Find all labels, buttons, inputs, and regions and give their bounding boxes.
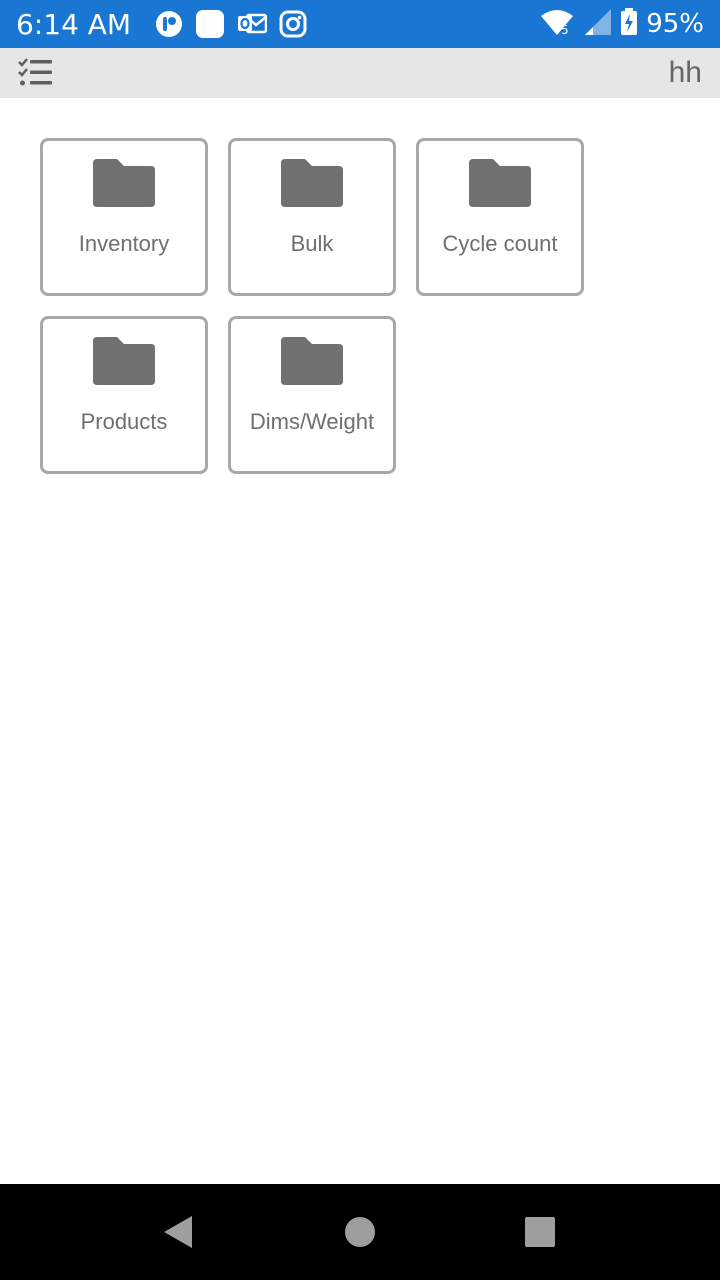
back-button[interactable] xyxy=(138,1184,218,1280)
battery-percent: 95% xyxy=(646,9,704,39)
tile-label: Products xyxy=(80,409,168,434)
navigation-bar xyxy=(0,1184,720,1280)
tile-inventory[interactable]: Inventory xyxy=(40,138,208,296)
cell-signal-icon xyxy=(582,8,612,41)
tile-label: Inventory xyxy=(78,231,170,256)
blank-app-icon xyxy=(195,9,225,39)
tile-products[interactable]: Products xyxy=(40,316,208,474)
tile-label: Dims/Weight xyxy=(249,409,375,434)
tile-label: Bulk xyxy=(290,231,334,256)
outlook-icon xyxy=(237,11,268,37)
notification-icons xyxy=(155,9,307,39)
wifi-icon: 5 xyxy=(540,8,574,41)
folder-icon xyxy=(469,159,531,207)
user-label: hh xyxy=(668,56,702,89)
recents-icon xyxy=(525,1217,555,1247)
network-badge: 5 xyxy=(561,23,569,36)
status-bar: 6:14 AM 5 95% xyxy=(0,0,720,48)
system-status-icons: 5 95% xyxy=(540,7,704,41)
battery-charging-icon xyxy=(620,7,638,41)
tile-dims-weight[interactable]: Dims/Weight xyxy=(228,316,396,474)
folder-icon xyxy=(281,337,343,385)
checklist-icon[interactable] xyxy=(18,58,54,88)
tile-bulk[interactable]: Bulk xyxy=(228,138,396,296)
home-button[interactable] xyxy=(320,1184,400,1280)
menu-tiles: Inventory Bulk Cycle count Products Dims… xyxy=(40,138,600,474)
home-icon xyxy=(345,1217,375,1247)
tile-label: Cycle count xyxy=(442,231,558,256)
back-icon xyxy=(164,1216,192,1248)
folder-icon xyxy=(93,337,155,385)
folder-icon xyxy=(93,159,155,207)
tile-cycle-count[interactable]: Cycle count xyxy=(416,138,584,296)
folder-icon xyxy=(281,159,343,207)
app-notification-icon xyxy=(155,10,183,38)
instagram-icon xyxy=(279,10,307,38)
app-toolbar: hh xyxy=(0,48,720,98)
status-time: 6:14 AM xyxy=(16,7,132,41)
recents-button[interactable] xyxy=(500,1184,580,1280)
